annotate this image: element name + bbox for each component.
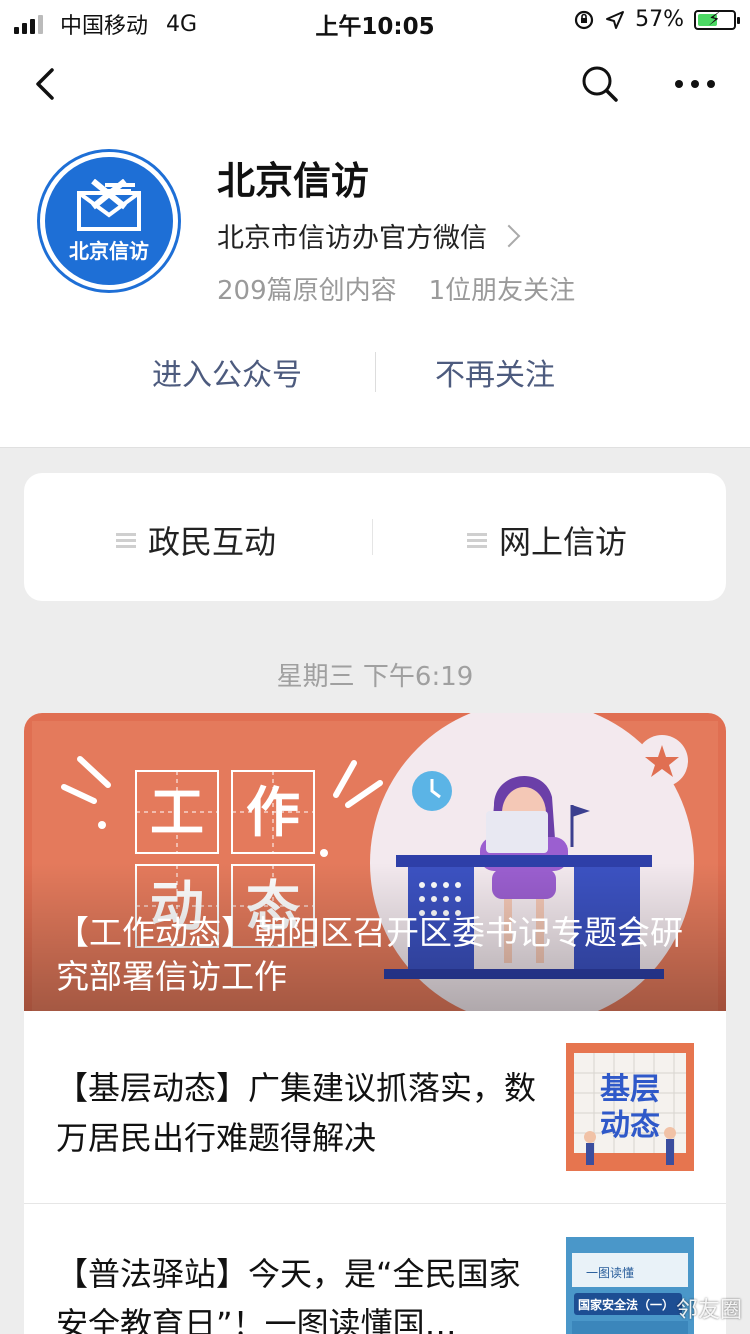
article-thumbnail: 基层 动态 [566, 1043, 694, 1171]
chevron-left-icon[interactable] [28, 64, 68, 104]
article-item[interactable]: 【普法驿站】今天，是“全民国家安全教育日”！一图读懂国… 一图读懂 国家安全法（… [24, 1205, 726, 1334]
status-bar: 中国移动 4G 上午10:05 57% ⚡ [0, 0, 750, 42]
svg-text:国家安全法（一）: 国家安全法（一） [578, 1297, 674, 1312]
article-item[interactable]: 【基层动态】广集建议抓落实，数万居民出行难题得解决 基层 动态 [24, 1011, 726, 1204]
message-timestamp: 星期三 下午6:19 [276, 662, 474, 692]
enter-account-button[interactable]: 进入公众号 [152, 350, 302, 394]
menu-icon [467, 530, 487, 551]
svg-text:工: 工 [150, 781, 204, 844]
divider [372, 519, 373, 555]
account-description-text: 北京市信访办官方微信 [217, 223, 487, 254]
article-title: 【普法驿站】今天，是“全民国家安全教育日”！一图读懂国… [56, 1255, 521, 1334]
cover-article-title: 【工作动态】朝阳区召开区委书记专题会研究部署信访工作 [56, 913, 683, 996]
account-profile: 北京信访 北京信访 北京市信访办官方微信 209篇原创内容 1位朋友关注 进入公… [0, 128, 750, 448]
nav-bar [0, 42, 750, 128]
svg-text:一图读懂: 一图读懂 [586, 1266, 634, 1280]
watermark: 邻友圈 [675, 1298, 742, 1323]
rotation-lock-icon [574, 10, 594, 29]
location-icon [606, 10, 625, 29]
divider [375, 352, 376, 392]
menu-item-label: 网上信访 [499, 523, 628, 561]
more-icon[interactable] [670, 62, 720, 106]
battery-icon: ⚡ [694, 9, 740, 30]
account-description[interactable]: 北京市信访办官方微信 [217, 216, 521, 255]
cover-article[interactable]: 工 作 动 态 【工作动态】朝阳区召开区委书记专题会研究部署信访工作 [24, 713, 726, 1011]
svg-text:作: 作 [246, 781, 300, 844]
original-count: 209篇原创内容 [217, 276, 397, 306]
menu-item-interaction[interactable]: 政民互动 [116, 517, 276, 563]
search-icon[interactable] [578, 62, 622, 106]
chevron-right-icon [497, 224, 521, 247]
menu-item-online-petition[interactable]: 网上信访 [467, 517, 627, 563]
menu-icon [116, 530, 136, 551]
account-menu: 政民互动 网上信访 [24, 473, 726, 601]
svg-text:动态: 动态 [600, 1108, 660, 1143]
svg-text:基层: 基层 [600, 1072, 660, 1107]
article-card: 工 作 动 态 【工作动态】朝阳区召开区委书记专题会研究部署信访工作 [24, 713, 726, 1334]
article-title: 【基层动态】广集建议抓落实，数万居民出行难题得解决 [56, 1069, 537, 1157]
unfollow-button[interactable]: 不再关注 [435, 350, 555, 394]
friends-following: 1位朋友关注 [428, 276, 576, 306]
battery-percent: 57% [635, 7, 684, 32]
profile-actions: 进入公众号 不再关注 [0, 350, 750, 396]
article-thumbnail: 一图读懂 国家安全法（一） [566, 1237, 694, 1334]
avatar[interactable]: 北京信访 [40, 152, 178, 290]
account-stats: 209篇原创内容 1位朋友关注 [217, 270, 575, 307]
menu-item-label: 政民互动 [148, 523, 277, 561]
envelope-icon [77, 179, 141, 231]
avatar-text: 北京信访 [69, 239, 149, 263]
account-name: 北京信访 [217, 159, 370, 203]
